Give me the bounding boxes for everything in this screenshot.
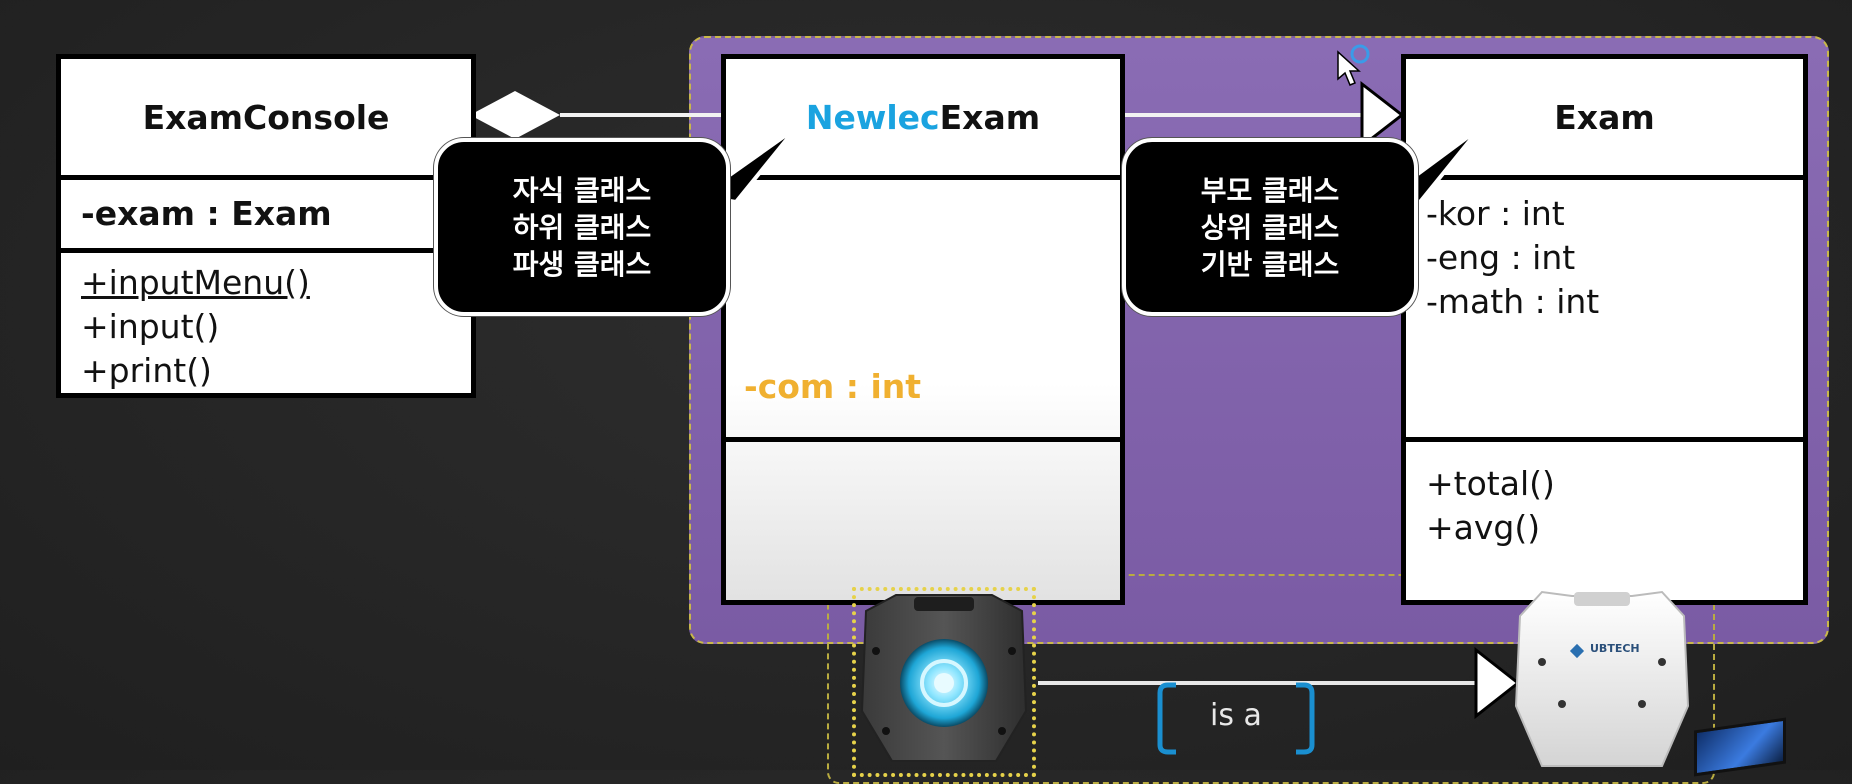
child-callout-line-2: 하위 클래스 xyxy=(512,210,652,244)
parent-callout-line-3: 기반 클래스 xyxy=(1200,247,1340,281)
arc-reactor-robot-icon xyxy=(860,594,1028,762)
parent-callout-line-2: 상위 클래스 xyxy=(1200,210,1340,244)
parent-robot-chest-icon xyxy=(1514,590,1690,767)
child-class-callout: 자식 클래스 하위 클래스 파생 클래스 xyxy=(434,138,730,316)
child-callout-line-1: 자식 클래스 xyxy=(512,173,652,207)
child-callout-line-3: 파생 클래스 xyxy=(512,247,652,281)
parent-class-callout: 부모 클래스 상위 클래스 기반 클래스 xyxy=(1122,138,1418,316)
robot-logo-text: UBTECH xyxy=(1590,642,1640,655)
is-a-label: is a xyxy=(1210,698,1262,733)
parent-callout-line-1: 부모 클래스 xyxy=(1200,173,1340,207)
child-robot-image-frame xyxy=(852,587,1036,777)
